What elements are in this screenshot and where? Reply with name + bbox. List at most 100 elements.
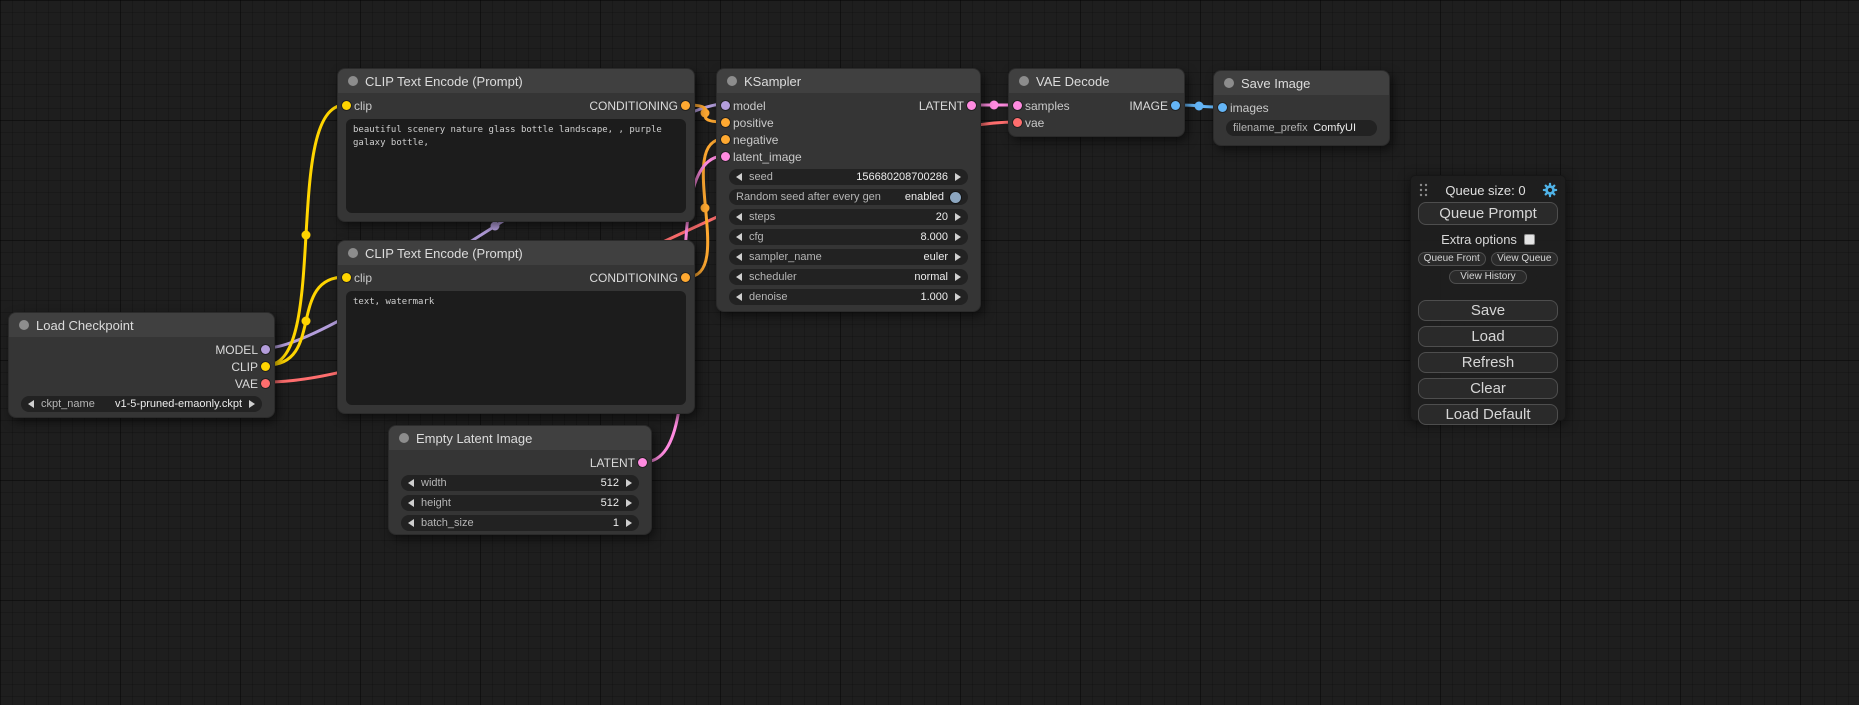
widget-value: 512 [601, 497, 619, 509]
slot-row: samples IMAGE [1009, 97, 1184, 114]
link-midpoint-dot [302, 231, 311, 240]
view-history-button[interactable]: View History [1449, 270, 1527, 284]
node-title-bar[interactable]: Load Checkpoint [9, 313, 274, 337]
input-dot-model[interactable] [721, 101, 730, 110]
increment-arrow-icon[interactable] [626, 519, 632, 527]
view-queue-button[interactable]: View Queue [1491, 252, 1559, 266]
widget-ckpt-name[interactable]: ckpt_name v1-5-pruned-emaonly.ckpt [21, 396, 262, 412]
node-empty-latent-image[interactable]: Empty Latent Image LATENT width 512 heig… [388, 425, 652, 535]
node-title-bar[interactable]: CLIP Text Encode (Prompt) [338, 241, 694, 265]
queue-front-button[interactable]: Queue Front [1418, 252, 1486, 266]
input-slot-positive: positive [717, 114, 980, 131]
widget-random-seed-toggle[interactable]: Random seed after every gen enabled [729, 189, 968, 205]
input-dot-clip[interactable] [342, 273, 351, 282]
input-dot-latent-image[interactable] [721, 152, 730, 161]
queue-size-label: Queue size: 0 [1429, 183, 1542, 198]
collapse-dot-icon[interactable] [727, 76, 737, 86]
drag-handle-icon[interactable] [1418, 182, 1429, 198]
widget-seed[interactable]: seed 156680208700286 [729, 169, 968, 185]
output-dot-latent[interactable] [967, 101, 976, 110]
output-dot-latent[interactable] [638, 458, 647, 467]
widget-label: denoise [749, 291, 788, 303]
widget-scheduler[interactable]: scheduler normal [729, 269, 968, 285]
decrement-arrow-icon[interactable] [28, 400, 34, 408]
slot-label: images [1230, 101, 1269, 115]
widget-height[interactable]: height 512 [401, 495, 639, 511]
output-dot-conditioning[interactable] [681, 101, 690, 110]
node-title: CLIP Text Encode (Prompt) [365, 74, 523, 89]
node-clip-text-encode-positive[interactable]: CLIP Text Encode (Prompt) clip CONDITION… [337, 68, 695, 222]
collapse-dot-icon[interactable] [19, 320, 29, 330]
clear-button[interactable]: Clear [1418, 378, 1558, 399]
node-ksampler[interactable]: KSampler model LATENT positive negative … [716, 68, 981, 312]
input-dot-samples[interactable] [1013, 101, 1022, 110]
link-midpoint-dot [701, 109, 710, 118]
increment-arrow-icon[interactable] [955, 273, 961, 281]
increment-arrow-icon[interactable] [955, 293, 961, 301]
prompt-textarea[interactable]: text, watermark [346, 291, 686, 405]
node-title-bar[interactable]: Save Image [1214, 71, 1389, 95]
decrement-arrow-icon[interactable] [736, 273, 742, 281]
input-slot-negative: negative [717, 131, 980, 148]
decrement-arrow-icon[interactable] [408, 499, 414, 507]
toggle-knob-icon[interactable] [950, 192, 961, 203]
node-load-checkpoint[interactable]: Load Checkpoint MODEL CLIP VAE ckpt_name… [8, 312, 275, 418]
widget-value: 1.000 [920, 291, 948, 303]
increment-arrow-icon[interactable] [249, 400, 255, 408]
node-title-bar[interactable]: VAE Decode [1009, 69, 1184, 93]
save-button[interactable]: Save [1418, 300, 1558, 321]
input-dot-vae[interactable] [1013, 118, 1022, 127]
output-dot-model[interactable] [261, 345, 270, 354]
node-graph-canvas[interactable]: Load Checkpoint MODEL CLIP VAE ckpt_name… [0, 0, 1859, 705]
node-title-bar[interactable]: CLIP Text Encode (Prompt) [338, 69, 694, 93]
increment-arrow-icon[interactable] [955, 253, 961, 261]
widget-filename-prefix[interactable]: filename_prefix ComfyUI [1226, 120, 1377, 136]
widget-label: seed [749, 171, 773, 183]
decrement-arrow-icon[interactable] [736, 233, 742, 241]
decrement-arrow-icon[interactable] [736, 173, 742, 181]
input-dot-images[interactable] [1218, 103, 1227, 112]
refresh-button[interactable]: Refresh [1418, 352, 1558, 373]
node-clip-text-encode-negative[interactable]: CLIP Text Encode (Prompt) clip CONDITION… [337, 240, 695, 414]
collapse-dot-icon[interactable] [1224, 78, 1234, 88]
widget-denoise[interactable]: denoise 1.000 [729, 289, 968, 305]
output-dot-conditioning[interactable] [681, 273, 690, 282]
output-slot-vae: VAE [9, 375, 274, 392]
increment-arrow-icon[interactable] [626, 499, 632, 507]
load-button[interactable]: Load [1418, 326, 1558, 347]
output-dot-clip[interactable] [261, 362, 270, 371]
input-dot-clip[interactable] [342, 101, 351, 110]
output-slot-clip: CLIP [9, 358, 274, 375]
collapse-dot-icon[interactable] [1019, 76, 1029, 86]
increment-arrow-icon[interactable] [955, 173, 961, 181]
decrement-arrow-icon[interactable] [736, 293, 742, 301]
widget-steps[interactable]: steps 20 [729, 209, 968, 225]
increment-arrow-icon[interactable] [955, 233, 961, 241]
node-title-bar[interactable]: Empty Latent Image [389, 426, 651, 450]
load-default-button[interactable]: Load Default [1418, 404, 1558, 425]
collapse-dot-icon[interactable] [348, 248, 358, 258]
decrement-arrow-icon[interactable] [408, 479, 414, 487]
node-vae-decode[interactable]: VAE Decode samples IMAGE vae [1008, 68, 1185, 137]
increment-arrow-icon[interactable] [626, 479, 632, 487]
node-title-bar[interactable]: KSampler [717, 69, 980, 93]
output-dot-vae[interactable] [261, 379, 270, 388]
widget-width[interactable]: width 512 [401, 475, 639, 491]
increment-arrow-icon[interactable] [955, 213, 961, 221]
extra-options-checkbox[interactable] [1524, 234, 1535, 245]
input-dot-positive[interactable] [721, 118, 730, 127]
widget-batch-size[interactable]: batch_size 1 [401, 515, 639, 531]
settings-gear-icon[interactable] [1542, 182, 1558, 198]
prompt-textarea[interactable]: beautiful scenery nature glass bottle la… [346, 119, 686, 213]
widget-cfg[interactable]: cfg 8.000 [729, 229, 968, 245]
node-save-image[interactable]: Save Image images filename_prefix ComfyU… [1213, 70, 1390, 146]
output-dot-image[interactable] [1171, 101, 1180, 110]
queue-prompt-button[interactable]: Queue Prompt [1418, 202, 1558, 225]
input-dot-negative[interactable] [721, 135, 730, 144]
collapse-dot-icon[interactable] [399, 433, 409, 443]
decrement-arrow-icon[interactable] [736, 213, 742, 221]
collapse-dot-icon[interactable] [348, 76, 358, 86]
decrement-arrow-icon[interactable] [736, 253, 742, 261]
widget-sampler-name[interactable]: sampler_name euler [729, 249, 968, 265]
decrement-arrow-icon[interactable] [408, 519, 414, 527]
